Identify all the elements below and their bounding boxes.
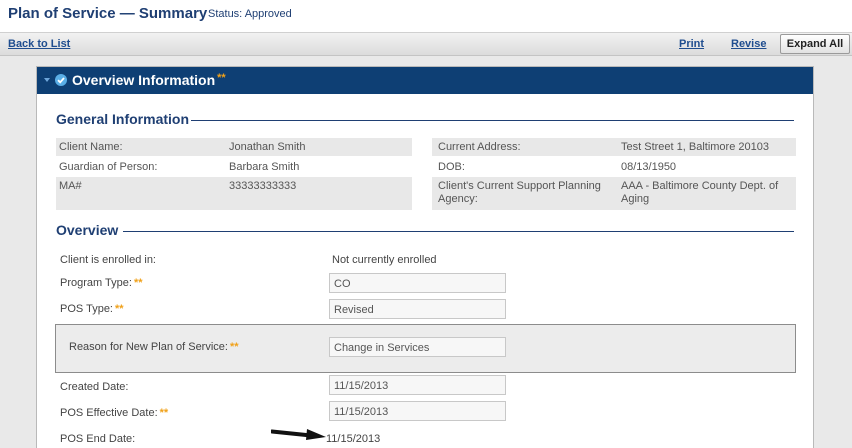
required-marker: ** (229, 341, 239, 353)
pos-type-field[interactable]: Revised (329, 299, 506, 319)
guardian-label: Guardian of Person: (59, 161, 158, 173)
effective-date-label: POS Effective Date: ** (60, 407, 168, 419)
section-divider (187, 120, 794, 121)
general-row: MA# 33333333333 Client's Current Support… (56, 177, 796, 210)
effective-date-field[interactable]: 11/15/2013 (329, 401, 506, 421)
required-marker: ** (133, 277, 143, 289)
address-label: Current Address: (438, 141, 521, 153)
agency-cell: Client's Current Support Planning Agency… (432, 177, 796, 210)
dob-value: 08/13/1950 (621, 161, 677, 173)
reason-group: Reason for New Plan of Service: ** Change… (55, 324, 796, 373)
dob-label: DOB: (438, 161, 465, 173)
general-row: Client Name: Jonathan Smith Current Addr… (56, 138, 796, 156)
client-name-cell: Client Name: Jonathan Smith (56, 138, 412, 156)
dob-cell: DOB: 08/13/1950 (432, 158, 796, 175)
ma-value: 33333333333 (229, 180, 297, 192)
panel-title-text: Overview Information (72, 72, 216, 88)
end-date-label: POS End Date: (60, 433, 136, 445)
guardian-value: Barbara Smith (229, 161, 300, 173)
created-date-label: Created Date: (60, 381, 129, 393)
agency-label: Client's Current Support Planning Agency… (438, 180, 601, 205)
panel-title: Overview Information ** (72, 72, 226, 88)
general-info-title: General Information (56, 111, 192, 127)
panel-header[interactable]: Overview Information ** (37, 67, 813, 94)
caret-down-icon[interactable] (44, 78, 50, 82)
required-marker: ** (115, 303, 124, 315)
enrolled-label: Client is enrolled in: (60, 254, 156, 266)
overview-title: Overview (56, 222, 121, 238)
program-type-label: Program Type: ** (60, 277, 143, 289)
print-link[interactable]: Print (679, 38, 704, 50)
pos-type-label: POS Type: ** (60, 303, 124, 315)
section-divider (123, 231, 794, 232)
toolbar: Back to List Print Revise Expand All (0, 32, 852, 56)
status-text: Status: Approved (208, 8, 292, 20)
ma-label: MA# (59, 180, 82, 192)
ma-cell: MA# 33333333333 (56, 177, 412, 210)
client-name-label: Client Name: (59, 141, 123, 153)
pos-type-label-text: POS Type: (60, 303, 113, 315)
client-name-value: Jonathan Smith (229, 141, 306, 153)
general-row: Guardian of Person: Barbara Smith DOB: 0… (56, 158, 796, 175)
reason-label: Reason for New Plan of Service: ** (69, 341, 239, 353)
required-marker: ** (217, 72, 226, 84)
arrow-right-icon (271, 429, 326, 440)
expand-all-button[interactable]: Expand All (780, 34, 850, 54)
end-date-value: 11/15/2013 (326, 433, 381, 445)
effective-date-label-text: POS Effective Date: (60, 407, 158, 419)
required-marker: ** (159, 407, 169, 419)
program-type-field[interactable]: CO (329, 273, 506, 293)
enrolled-value: Not currently enrolled (332, 254, 437, 266)
back-to-list-link[interactable]: Back to List (8, 38, 70, 50)
guardian-cell: Guardian of Person: Barbara Smith (56, 158, 412, 175)
page-title: Plan of Service — Summary (8, 5, 208, 22)
address-value: Test Street 1, Baltimore 20103 (621, 141, 769, 153)
reason-label-text: Reason for New Plan of Service: (69, 341, 228, 353)
address-cell: Current Address: Test Street 1, Baltimor… (432, 138, 796, 156)
revise-link[interactable]: Revise (731, 38, 766, 50)
reason-field[interactable]: Change in Services (329, 337, 506, 357)
program-type-label-text: Program Type: (60, 277, 132, 289)
overview-panel: Overview Information ** General Informati… (36, 66, 814, 448)
title-bar: Plan of Service — Summary Status: Approv… (0, 0, 852, 32)
check-circle-icon (55, 74, 67, 86)
agency-value: AAA - Baltimore County Dept. of Aging (621, 180, 779, 205)
created-date-field[interactable]: 11/15/2013 (329, 375, 506, 395)
